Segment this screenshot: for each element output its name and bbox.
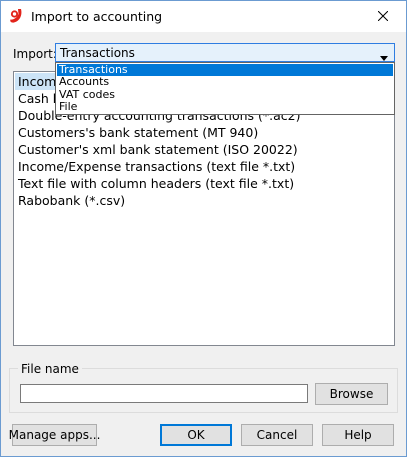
import-dialog: Import to accounting Import: Transaction… bbox=[0, 0, 407, 457]
manage-apps-button[interactable]: Manage apps... bbox=[9, 424, 100, 446]
file-name-label: File name bbox=[18, 362, 82, 376]
dropdown-option-file[interactable]: File bbox=[57, 101, 393, 113]
help-button[interactable]: Help bbox=[322, 424, 394, 446]
browse-button[interactable]: Browse bbox=[315, 383, 388, 405]
close-button[interactable] bbox=[360, 1, 406, 32]
close-icon bbox=[377, 10, 389, 24]
list-item[interactable]: Rabobank (*.csv) bbox=[18, 192, 125, 209]
dropdown-option-accounts[interactable]: Accounts bbox=[57, 76, 393, 88]
import-type-value: Transactions bbox=[60, 46, 135, 60]
title-bar: Import to accounting bbox=[1, 1, 406, 32]
dropdown-option-vat-codes[interactable]: VAT codes bbox=[57, 89, 393, 101]
list-item[interactable]: Text file with column headers (text file… bbox=[18, 175, 294, 192]
list-item[interactable]: Customer's xml bank statement (ISO 20022… bbox=[18, 141, 298, 158]
file-name-input[interactable] bbox=[20, 384, 308, 403]
list-item[interactable]: Customers's bank statement (MT 940) bbox=[18, 124, 258, 141]
banana-app-icon bbox=[8, 8, 24, 25]
cancel-button[interactable]: Cancel bbox=[241, 424, 313, 446]
import-label: Import: bbox=[13, 47, 57, 61]
window-title: Import to accounting bbox=[31, 9, 163, 24]
import-type-dropdown: Transactions Accounts VAT codes File bbox=[55, 62, 395, 115]
list-item[interactable]: Income/Expense transactions (text file *… bbox=[18, 158, 295, 175]
import-type-select[interactable]: Transactions bbox=[55, 43, 395, 62]
ok-button[interactable]: OK bbox=[160, 424, 232, 446]
